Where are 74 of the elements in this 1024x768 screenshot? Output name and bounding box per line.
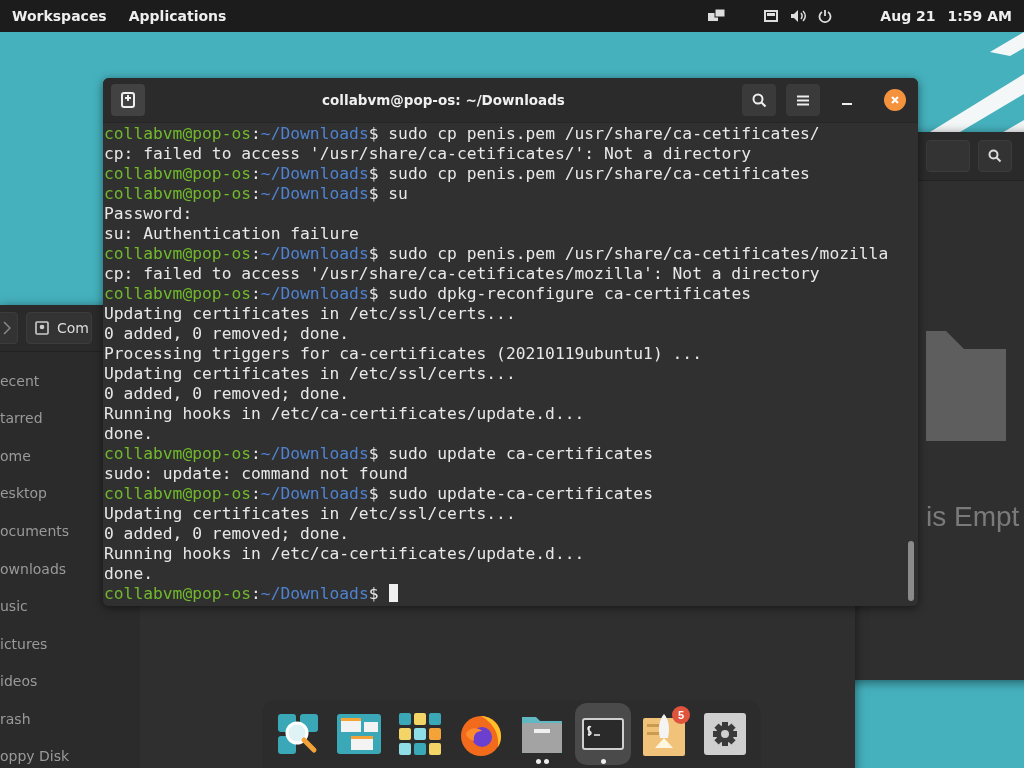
sidebar-item[interactable]: tarred: [0, 399, 43, 438]
clock-text[interactable]: 1:59 AM: [947, 8, 1012, 24]
terminal-line: collabvm@pop-os:~/Downloads$: [104, 584, 918, 604]
top-bar-menu[interactable]: Applications: [128, 8, 227, 24]
terminal-line: Updating certificates in /etc/ssl/certs...: [104, 304, 517, 324]
keyboard-icon: [764, 10, 779, 22]
terminal-line: collabvm@pop-os:~/Downloads$ sudo update-ca-certificates: [104, 484, 654, 504]
terminal-line: Processing triggers for ca-certificates (20210119ubuntu1) ...: [104, 344, 703, 364]
sidebar-item[interactable]: usic: [0, 587, 28, 625]
drive-icon: [35, 321, 49, 335]
sidebar-item[interactable]: ome: [0, 437, 31, 475]
volume-icon: [790, 9, 807, 23]
terminal-line: collabvm@pop-os:~/Downloads$ su: [104, 184, 409, 204]
notification-badge: 5: [672, 706, 690, 724]
date-text[interactable]: Aug 21: [880, 8, 936, 24]
terminal-line: collabvm@pop-os:~/Downloads$ sudo update ca-certificates: [104, 444, 654, 464]
rocket-icon: [643, 712, 685, 756]
power-icon: [818, 9, 833, 23]
sidebar-item[interactable]: ownloads: [0, 549, 67, 588]
sidebar-item[interactable]: oppy Disk: [0, 737, 70, 768]
forward-button[interactable]: [0, 312, 18, 344]
search-button[interactable]: [742, 84, 776, 116]
windows-icon: [337, 714, 381, 754]
new-tab-icon: [121, 92, 135, 108]
window-title: collabvm@pop-os: ~/Downloads: [321, 92, 566, 108]
sidebar-item[interactable]: ictures: [0, 624, 48, 663]
dock-item[interactable]: 5: [636, 703, 692, 765]
running-dot: [543, 759, 549, 764]
minimize-icon: [842, 103, 852, 105]
search-icon: [276, 712, 320, 756]
close-button[interactable]: [884, 89, 906, 111]
terminal-icon: [582, 718, 624, 750]
terminal-line: Running hooks in /etc/ca-certificates/update.d...: [104, 404, 586, 424]
sidebar-item[interactable]: rash: [0, 699, 31, 738]
empty-folder-text: is Empt: [926, 501, 1020, 533]
terminal-line: done.: [104, 564, 154, 584]
app-grid-icon: [399, 713, 441, 755]
running-dot: [535, 759, 541, 764]
close-icon: [891, 96, 899, 104]
terminal-line: 0 added, 0 removed; done.: [104, 324, 351, 344]
terminal-line: sudo: update: command not found: [104, 464, 409, 484]
menu-button[interactable]: [786, 84, 820, 116]
sidebar-item[interactable]: esktop: [0, 474, 47, 513]
terminal-line: Updating certificates in /etc/ssl/certs...: [104, 364, 517, 384]
sidebar-item[interactable]: ecent: [0, 362, 40, 400]
path-button[interactable]: Com: [26, 312, 92, 344]
terminal-line: cp: failed to access '/usr/share/ca-cetificates/': Not a directory: [104, 144, 752, 164]
terminal-line: 0 added, 0 removed; done.: [104, 524, 351, 544]
search-icon: [988, 149, 1002, 163]
terminal-line: collabvm@pop-os:~/Downloads$ sudo dpkg-reconfigure ca-certificates: [104, 284, 752, 304]
chevron-right-icon: [3, 321, 11, 335]
terminal-line: Password:: [104, 204, 194, 224]
terminal-line: collabvm@pop-os:~/Downloads$ sudo cp penis.pem /usr/share/ca-cetificates/mozilla: [104, 244, 890, 264]
terminal-line: collabvm@pop-os:~/Downloads$ sudo cp penis.pem /usr/share/ca-cetificates: [104, 164, 811, 184]
dock-item[interactable]: [575, 703, 631, 765]
scrollbar-thumb[interactable]: [908, 541, 914, 601]
gear-icon: [704, 713, 746, 755]
search-button[interactable]: [978, 140, 1012, 172]
menu-icon: [797, 94, 809, 106]
folder-icon: [926, 331, 1006, 441]
terminal-line: Updating certificates in /etc/ssl/certs...: [104, 504, 517, 524]
sidebar-item[interactable]: ideos: [0, 662, 38, 700]
terminal-line: done.: [104, 424, 154, 444]
terminal-line: Running hooks in /etc/ca-certificates/update.d...: [104, 544, 586, 564]
top-bar-menu[interactable]: Workspaces: [12, 8, 107, 24]
new-tab-button[interactable]: [111, 84, 145, 116]
running-dot: [600, 759, 606, 764]
terminal-line: collabvm@pop-os:~/Downloads$ sudo cp penis.pem /usr/share/ca-cetificates/: [104, 124, 821, 144]
terminal-line: cp: failed to access '/usr/share/ca-cetificates/mozilla': Not a directory: [104, 264, 821, 284]
terminal-line: 0 added, 0 removed; done.: [104, 384, 351, 404]
search-icon: [751, 92, 767, 108]
terminal-line: su: Authentication failure: [104, 224, 360, 244]
sidebar-item[interactable]: ocuments: [0, 512, 70, 550]
network-icon: [708, 9, 727, 23]
